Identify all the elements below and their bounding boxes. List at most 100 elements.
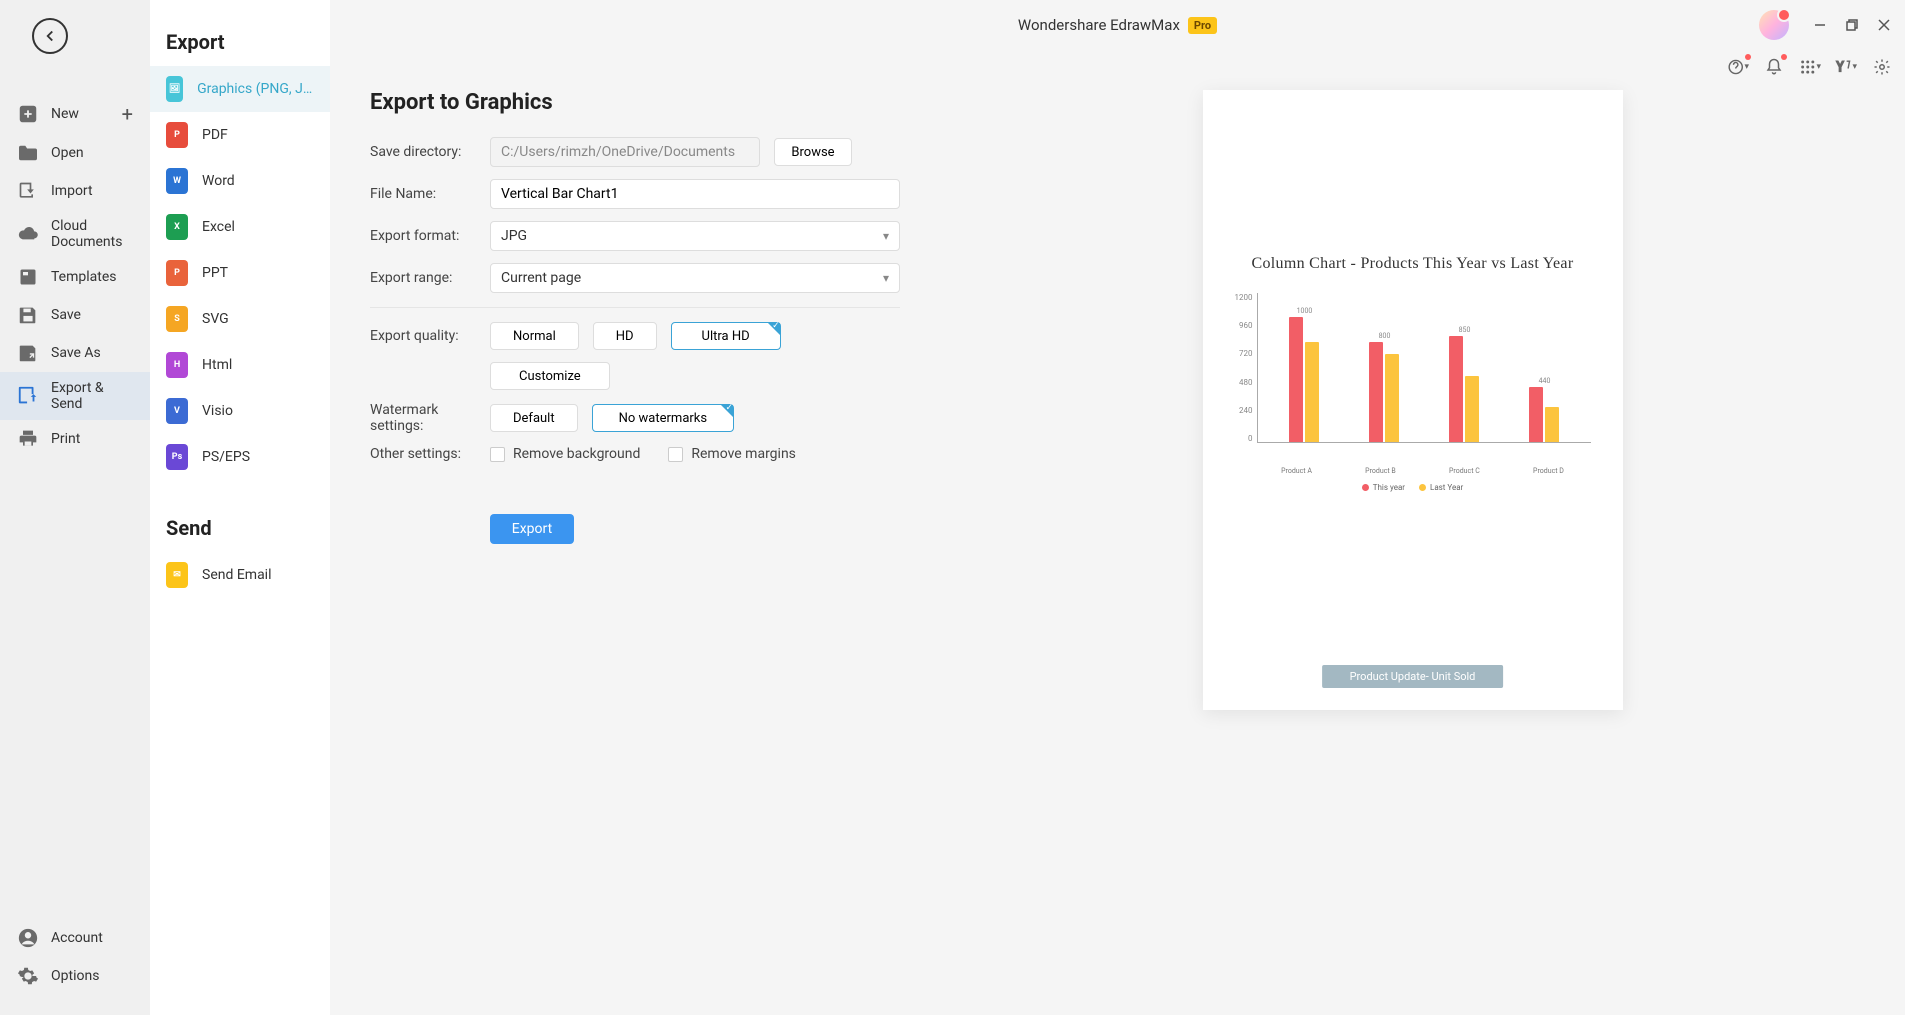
nav-account[interactable]: Account <box>0 919 150 957</box>
type-label: PS/EPS <box>202 449 250 465</box>
type-label: PPT <box>202 265 228 281</box>
browse-button[interactable]: Browse <box>774 138 852 166</box>
help-icon[interactable]: ▾ <box>1727 56 1749 78</box>
quality-normal[interactable]: Normal <box>490 322 579 350</box>
minimize-button[interactable] <box>1809 14 1831 36</box>
nav-label: Cloud Documents <box>51 218 133 250</box>
folder-icon <box>17 142 39 164</box>
type-label: Send Email <box>202 567 272 583</box>
mail-icon: ✉ <box>166 562 188 588</box>
save-as-icon <box>17 342 39 364</box>
chk-remove-bg[interactable]: Remove background <box>490 446 640 462</box>
app-title: Wondershare EdrawMax Pro <box>1018 16 1217 34</box>
image-file-icon: 🖼 <box>166 76 183 102</box>
watermark-none[interactable]: No watermarks <box>592 404 734 432</box>
legend-item: Last Year <box>1419 483 1463 492</box>
settings-icon[interactable] <box>1871 56 1893 78</box>
quality-hd[interactable]: HD <box>593 322 657 350</box>
nav-templates[interactable]: Templates <box>0 258 150 296</box>
plus-square-icon <box>17 103 39 125</box>
type-label: Graphics (PNG, JPG et... <box>197 81 314 97</box>
export-range-select[interactable]: Current page <box>490 263 900 293</box>
main-region: Wondershare EdrawMax Pro ▾ ▾ ▾ Export to… <box>330 0 1905 1015</box>
nav-options[interactable]: Options <box>0 957 150 995</box>
label-export-format: Export format: <box>370 228 490 244</box>
nav-save-as[interactable]: Save As <box>0 334 150 372</box>
label-watermark: Watermark settings: <box>370 402 490 434</box>
export-form: Export to Graphics Save directory: C:/Us… <box>370 90 900 710</box>
form-heading: Export to Graphics <box>370 90 900 115</box>
swatch-icon <box>1362 484 1369 491</box>
apps-icon[interactable]: ▾ <box>1799 56 1821 78</box>
type-word[interactable]: WWord <box>150 158 330 204</box>
nav-save[interactable]: Save <box>0 296 150 334</box>
quality-ultra-hd[interactable]: Ultra HD <box>671 322 781 350</box>
type-send-email[interactable]: ✉ Send Email <box>150 552 330 598</box>
save-dir-field[interactable]: C:/Users/rimzh/OneDrive/Documents <box>490 137 760 167</box>
cloud-icon <box>17 223 39 245</box>
chk-remove-margin[interactable]: Remove margins <box>668 446 796 462</box>
type-visio[interactable]: V Visio <box>150 388 330 434</box>
back-button[interactable] <box>32 18 68 54</box>
type-html[interactable]: H Html <box>150 342 330 388</box>
nav-print[interactable]: Print <box>0 420 150 458</box>
type-graphics[interactable]: 🖼 Graphics (PNG, JPG et... <box>150 66 330 112</box>
bar <box>1465 376 1479 442</box>
preview-frame: Column Chart - Products This Year vs Las… <box>1203 90 1623 710</box>
pdf-file-icon: P <box>166 122 188 148</box>
export-button[interactable]: Export <box>490 514 574 544</box>
bar <box>1385 354 1399 442</box>
type-excel[interactable]: XExcel <box>150 204 330 250</box>
quality-customize[interactable]: Customize <box>490 362 610 390</box>
nav-label: New <box>51 106 79 122</box>
bar-group: 440 <box>1529 387 1559 442</box>
bar: 440 <box>1529 387 1543 442</box>
type-ppt[interactable]: PPPT <box>150 250 330 296</box>
type-label: Visio <box>202 403 233 419</box>
type-pseps[interactable]: PsPS/EPS <box>150 434 330 480</box>
sidebar-left: New + Open Import Cloud Documents Templa… <box>0 0 150 1015</box>
export-format-select[interactable]: JPG <box>490 221 900 251</box>
word-file-icon: W <box>166 168 188 194</box>
visio-file-icon: V <box>166 398 188 424</box>
nav-label: Export & Send <box>51 380 133 412</box>
type-pdf[interactable]: P PDF <box>150 112 330 158</box>
bar-group: 800 <box>1369 342 1399 442</box>
divider <box>370 307 900 308</box>
chart-caption: Product Update- Unit Sold <box>1322 665 1504 688</box>
bar: 800 <box>1369 342 1383 442</box>
plot-area: 1000 800 850 <box>1257 293 1590 443</box>
html-file-icon: H <box>166 352 188 378</box>
file-name-field[interactable] <box>490 179 900 209</box>
nav-export-send[interactable]: Export & Send <box>0 372 150 420</box>
bell-icon[interactable] <box>1763 56 1785 78</box>
arrow-left-icon <box>41 27 59 45</box>
plus-icon[interactable]: + <box>122 102 133 126</box>
nav-label: Print <box>51 431 80 447</box>
bar <box>1305 342 1319 442</box>
nav-import[interactable]: Import <box>0 172 150 210</box>
x-axis: Product A Product B Product C Product D <box>1235 467 1591 475</box>
nav-new[interactable]: New + <box>0 94 150 134</box>
chart-legend: This year Last Year <box>1235 483 1591 492</box>
label-other: Other settings: <box>370 446 490 462</box>
export-icon <box>17 385 39 407</box>
gear-icon <box>17 965 39 987</box>
user-avatar[interactable] <box>1759 10 1789 40</box>
excel-file-icon: X <box>166 214 188 240</box>
type-label: PDF <box>202 127 228 143</box>
type-label: Html <box>202 357 232 373</box>
close-button[interactable] <box>1873 14 1895 36</box>
swatch-icon <box>1419 484 1426 491</box>
nav-open[interactable]: Open <box>0 134 150 172</box>
nav-label: Options <box>51 968 99 984</box>
nav-cloud[interactable]: Cloud Documents <box>0 210 150 258</box>
svg-file-icon: S <box>166 306 188 332</box>
type-label: SVG <box>202 311 229 327</box>
nav-label: Account <box>51 930 103 946</box>
type-svg[interactable]: S SVG <box>150 296 330 342</box>
watermark-default[interactable]: Default <box>490 404 578 432</box>
theme-icon[interactable]: ▾ <box>1835 56 1857 78</box>
maximize-button[interactable] <box>1841 14 1863 36</box>
pro-badge: Pro <box>1188 17 1217 34</box>
